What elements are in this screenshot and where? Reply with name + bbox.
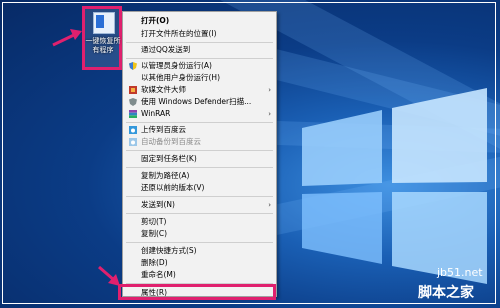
menu-item-upload-baidu-cloud[interactable]: 上传到百度云 xyxy=(123,124,276,136)
watermark-url: jb51.net xyxy=(437,266,483,279)
defender-icon xyxy=(129,98,137,106)
menu-separator xyxy=(126,58,273,59)
submenu-arrow-icon: › xyxy=(268,110,271,118)
menu-item-open-file-location[interactable]: 打开文件所在的位置(I) xyxy=(123,28,276,40)
submenu-arrow-icon: › xyxy=(268,86,271,94)
menu-separator xyxy=(126,242,273,243)
menu-item-send-to[interactable]: 发送到(N) › xyxy=(123,199,276,211)
cloud-icon xyxy=(129,138,137,146)
menu-separator xyxy=(126,42,273,43)
desktop-shortcut-label: 一键恢复所有程序 xyxy=(85,37,121,54)
menu-item-restore-previous-versions[interactable]: 还原以前的版本(V) xyxy=(123,182,276,194)
menu-item-defender-scan[interactable]: 使用 Windows Defender扫描... xyxy=(123,96,276,108)
menu-separator xyxy=(126,122,273,123)
menu-item-cut[interactable]: 剪切(T) xyxy=(123,216,276,228)
menu-item-create-shortcut[interactable]: 创建快捷方式(S) xyxy=(123,245,276,257)
menu-item-file-master[interactable]: 软媒文件大师 › xyxy=(123,84,276,96)
properties-highlight-box xyxy=(118,284,276,300)
menu-item-run-as-other-user[interactable]: 以其他用户身份运行(H) xyxy=(123,72,276,84)
menu-item-pin-to-taskbar[interactable]: 固定到任务栏(K) xyxy=(123,153,276,165)
menu-item-copy[interactable]: 复制(C) xyxy=(123,228,276,240)
menu-item-open[interactable]: 打开(O) xyxy=(123,15,276,27)
menu-separator xyxy=(126,196,273,197)
windows-logo xyxy=(302,88,487,284)
menu-item-delete[interactable]: 删除(D) xyxy=(123,257,276,269)
shield-icon xyxy=(129,62,137,70)
context-menu: 打开(O) 打开文件所在的位置(I) 通过QQ发送到 以管理员身份运行(A) 以… xyxy=(122,11,277,297)
submenu-arrow-icon: › xyxy=(268,201,271,209)
menu-item-rename[interactable]: 重命名(M) xyxy=(123,269,276,281)
menu-item-winrar[interactable]: WinRAR › xyxy=(123,108,276,120)
menu-separator xyxy=(126,150,273,151)
program-icon xyxy=(93,12,115,34)
desktop-shortcut-icon[interactable]: 一键恢复所有程序 xyxy=(82,6,122,70)
pointer-arrow-icon xyxy=(52,29,82,47)
cloud-icon xyxy=(129,126,137,134)
menu-item-send-via-qq[interactable]: 通过QQ发送到 xyxy=(123,44,276,56)
menu-separator xyxy=(126,167,273,168)
menu-item-run-as-admin[interactable]: 以管理员身份运行(A) xyxy=(123,60,276,72)
winrar-icon xyxy=(129,110,137,118)
watermark-site-name: 脚本之家 xyxy=(418,285,474,301)
menu-item-copy-as-path[interactable]: 复制为路径(A) xyxy=(123,170,276,182)
menu-separator xyxy=(126,213,273,214)
menu-item-auto-backup-baidu-cloud[interactable]: 自动备份到百度云 xyxy=(123,136,276,148)
app-icon xyxy=(129,86,137,94)
